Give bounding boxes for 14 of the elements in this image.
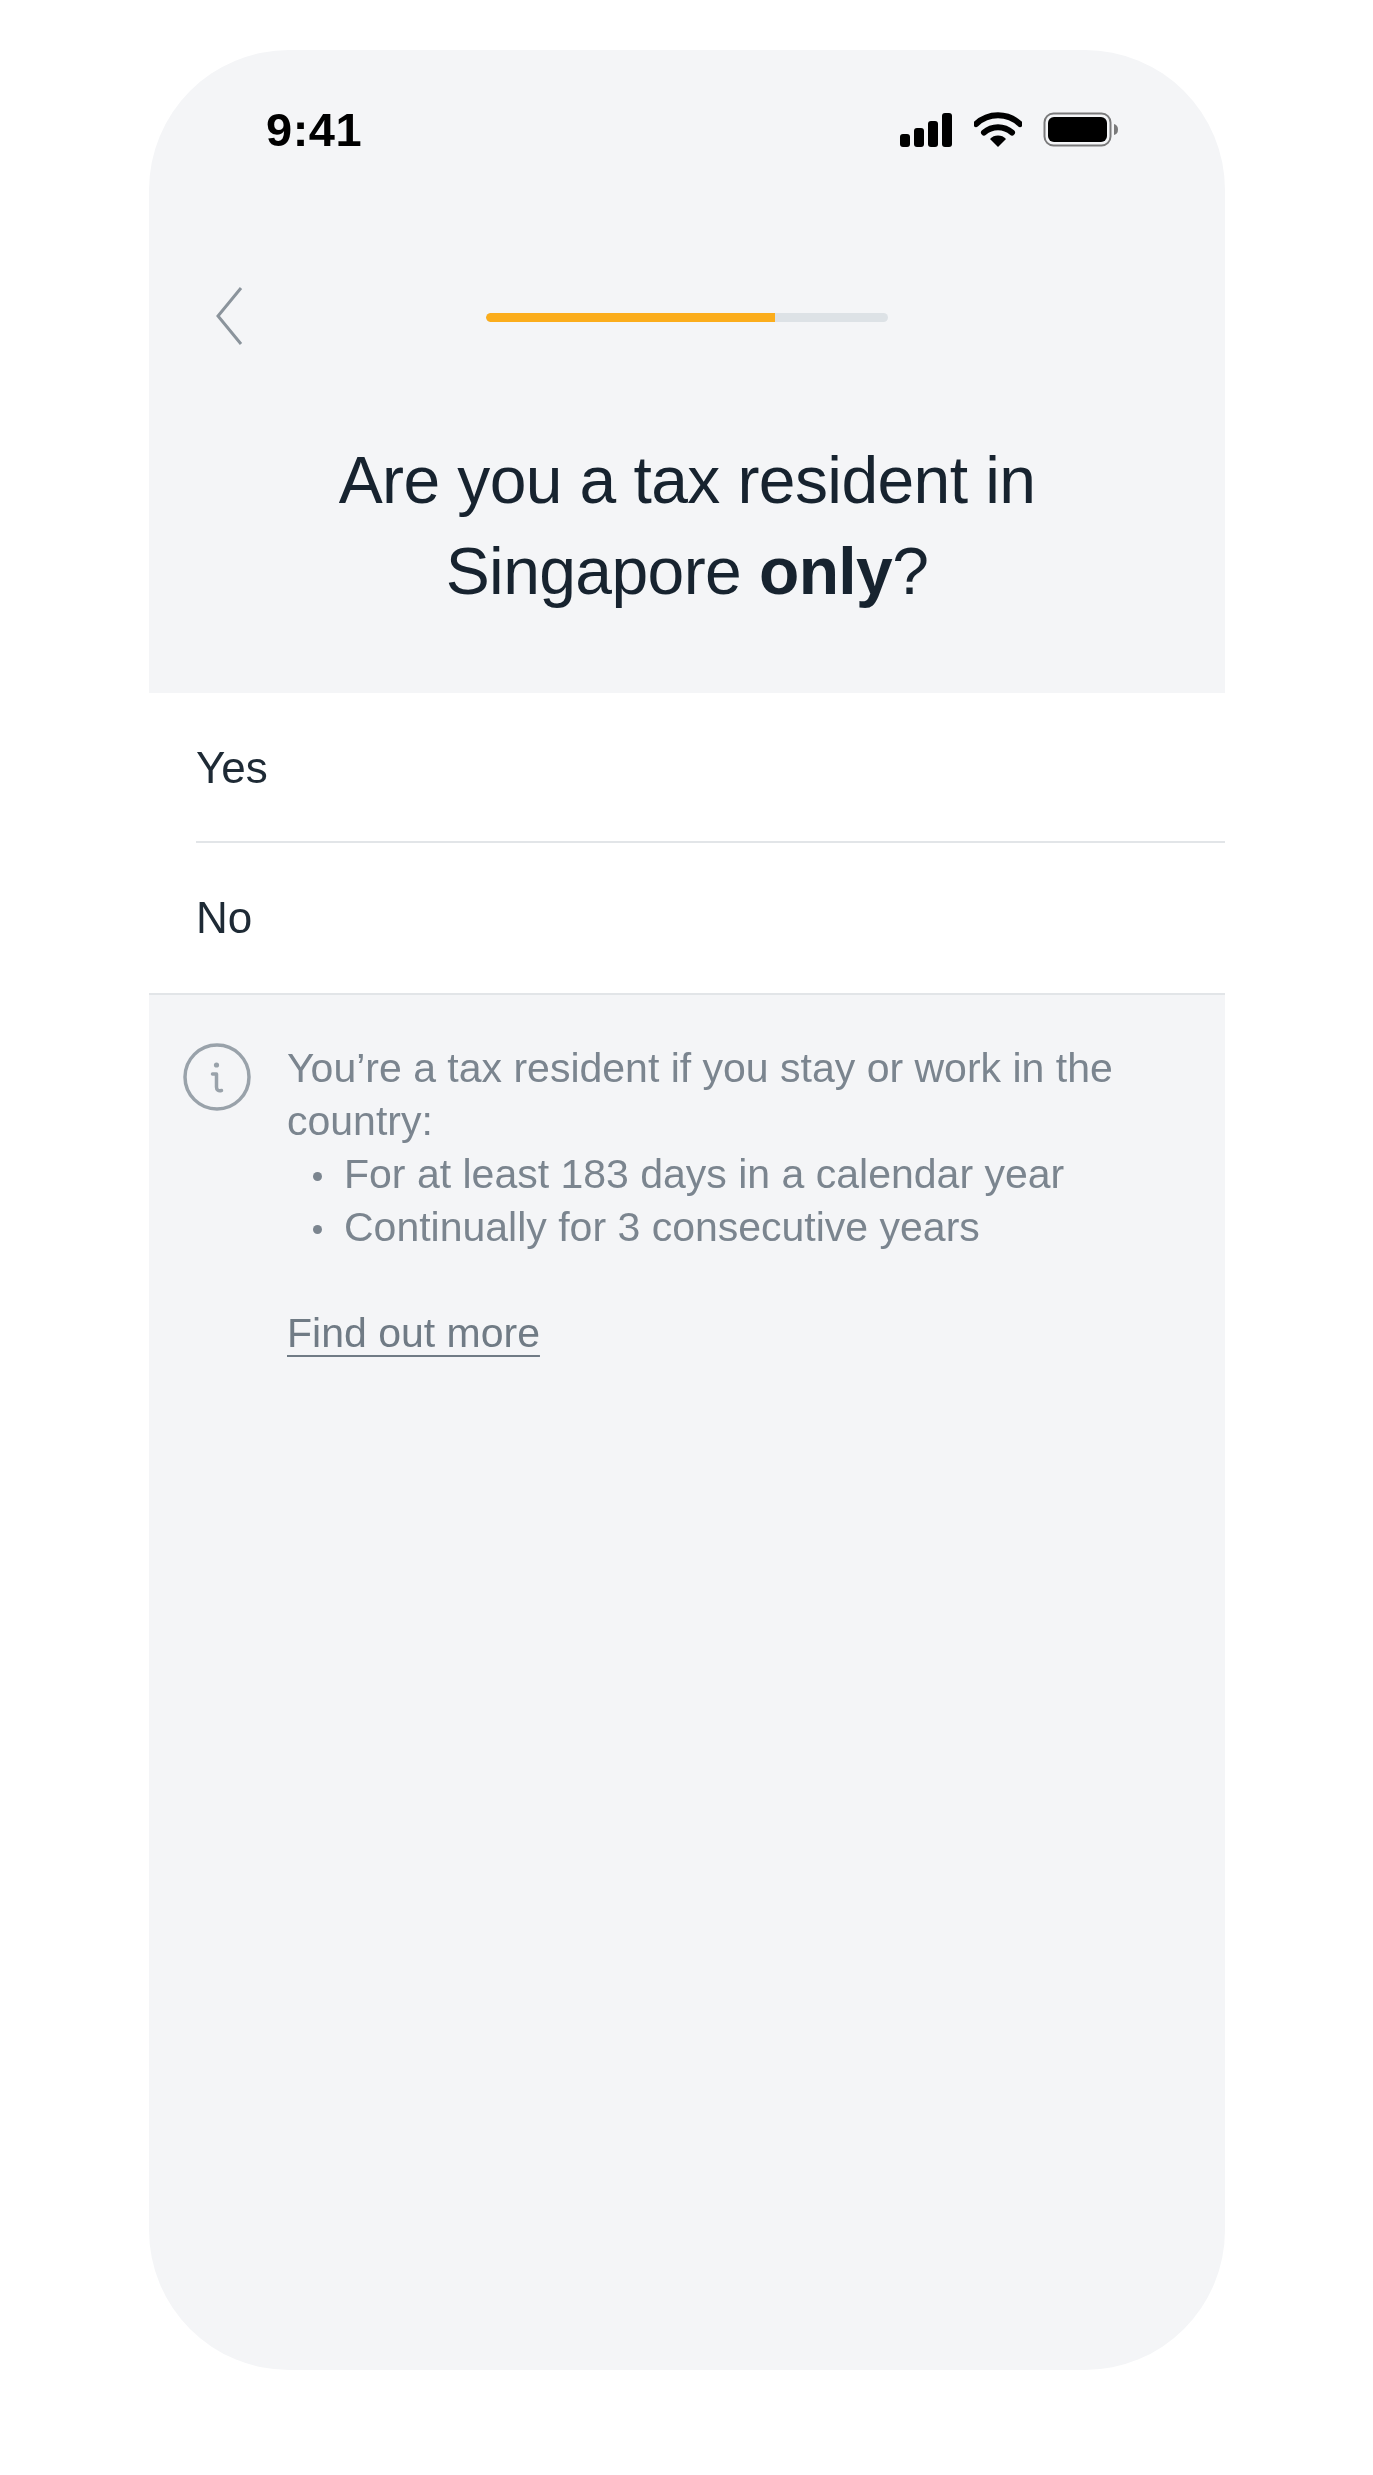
chevron-left-icon [215, 286, 243, 346]
info-text: You’re a tax resident if you stay or work in the country: [287, 1044, 1114, 1146]
info-icon [183, 1043, 251, 1111]
bullet-text: For at least 183 days in a calendar year [344, 1150, 1065, 1199]
status-time: 9:41 [266, 106, 363, 153]
bullet-icon [313, 1172, 322, 1181]
find-out-more-link[interactable]: Find out more [287, 1307, 540, 1360]
back-button[interactable] [215, 286, 243, 346]
signal-icon [900, 112, 953, 147]
wifi-icon [974, 112, 1022, 147]
question-title: Are you a tax resident in Singapore only? [337, 442, 1037, 610]
bullet-icon [313, 1225, 322, 1234]
bullet-text: Continually for 3 consecutive years [344, 1203, 980, 1252]
battery-icon [1043, 112, 1118, 147]
